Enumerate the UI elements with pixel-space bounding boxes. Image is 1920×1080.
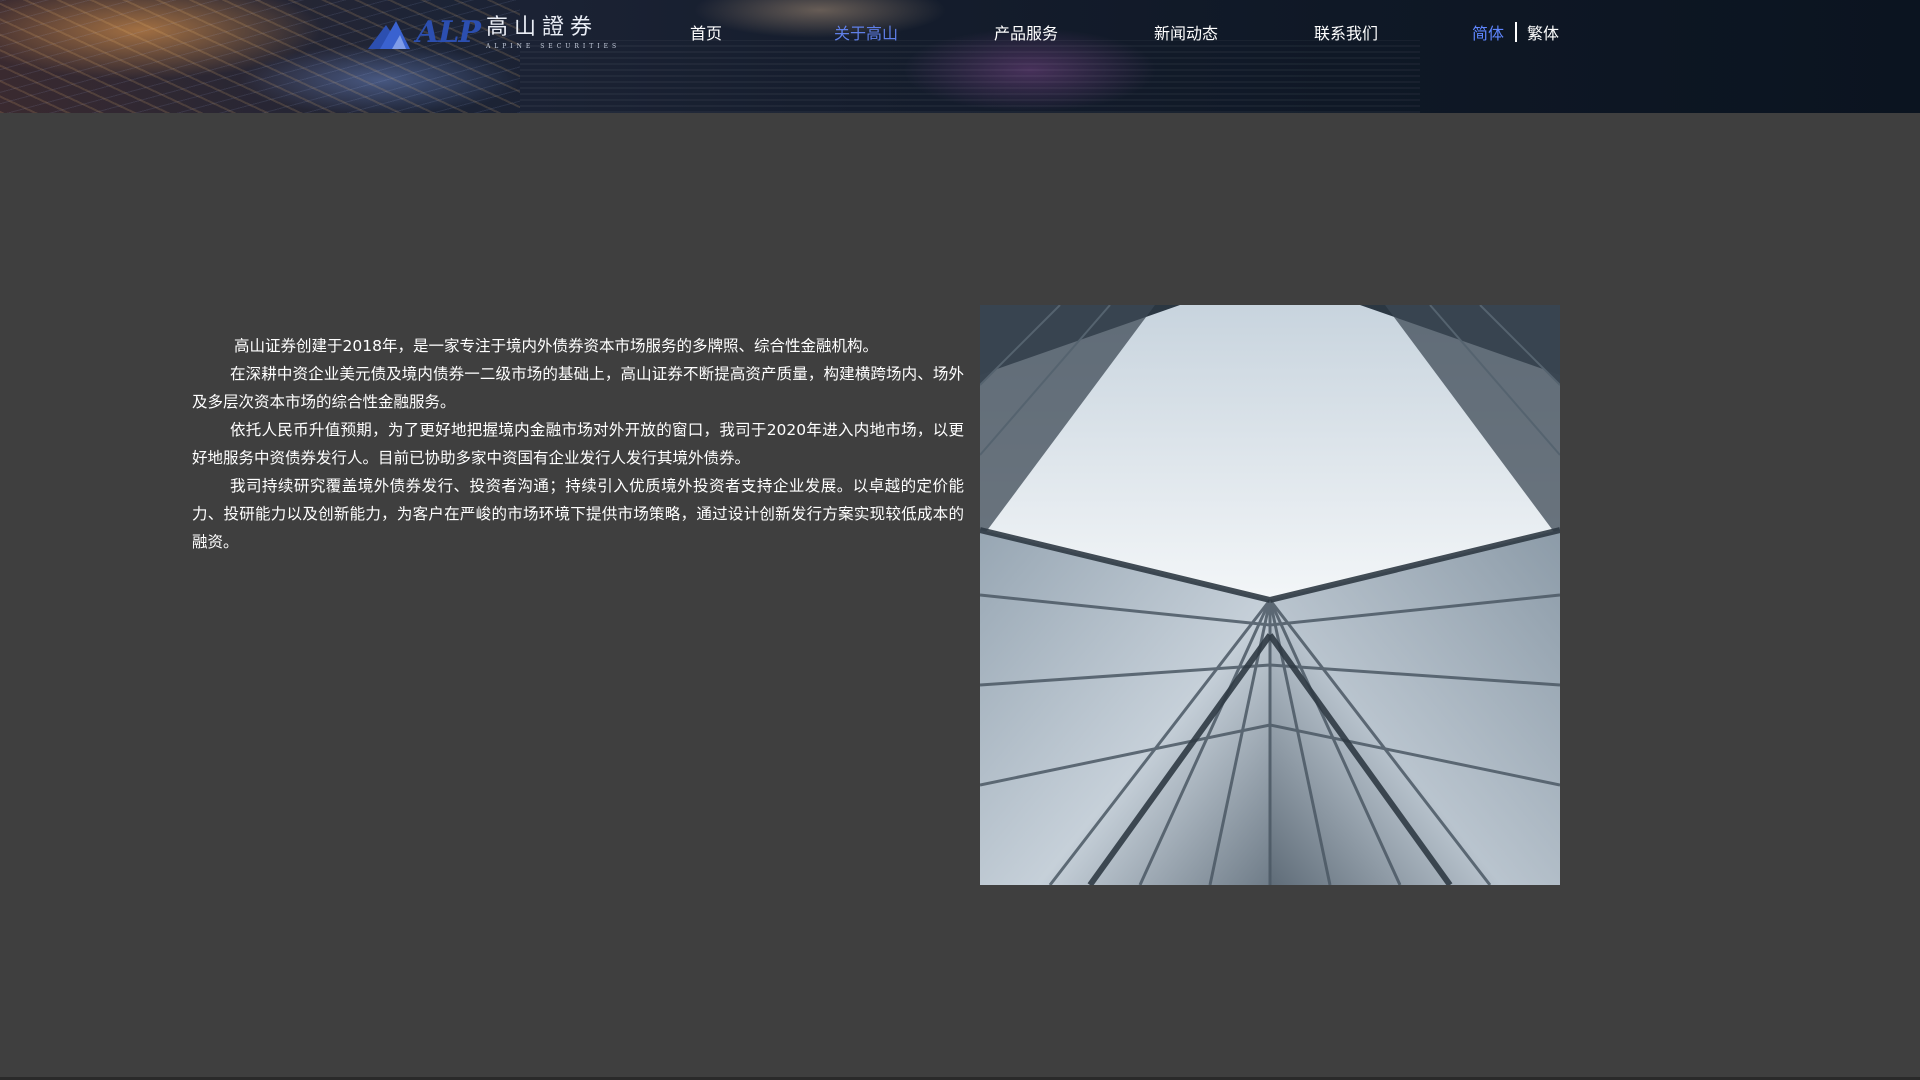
nav-item-contact[interactable]: 联系我们 bbox=[1314, 20, 1378, 44]
logo-letters: ALP bbox=[416, 15, 481, 50]
skyscraper-photo bbox=[980, 305, 1560, 885]
nav-item-home[interactable]: 首页 bbox=[690, 20, 722, 44]
about-paragraph: 依托人民币升值预期，为了更好地把握境内金融市场对外开放的窗口，我司于2020年进… bbox=[192, 421, 964, 467]
mountain-peaks-logo-icon bbox=[366, 15, 422, 51]
company-logo[interactable]: ALP 高山證券 ALPINE SECURITIES bbox=[366, 12, 620, 54]
logo-english-name: ALPINE SECURITIES bbox=[485, 42, 621, 50]
header-harbor-water-background bbox=[520, 40, 1420, 113]
nav-item-news[interactable]: 新闻动态 bbox=[1154, 20, 1218, 44]
nav-item-products[interactable]: 产品服务 bbox=[994, 20, 1058, 44]
about-paragraph: 在深耕中资企业美元债及境内债券一二级市场的基础上，高山证券不断提高资产质量，构建… bbox=[192, 365, 964, 411]
logo-chinese-name: 高山證券 bbox=[485, 14, 598, 40]
site-header: ALP 高山證券 ALPINE SECURITIES 首页 关于高山 产品服务 … bbox=[0, 0, 1920, 113]
language-switcher: 简体 繁体 bbox=[1472, 20, 1559, 44]
logo-wordmark: 高山證券 ALPINE SECURITIES bbox=[485, 14, 621, 50]
language-divider bbox=[1515, 22, 1518, 42]
nav-item-about[interactable]: 关于高山 bbox=[834, 20, 898, 44]
language-traditional[interactable]: 繁体 bbox=[1527, 20, 1559, 44]
about-paragraph: 高山证券创建于2018年，是一家专注于境内外债券资本市场服务的多牌照、综合性金融… bbox=[234, 337, 878, 355]
about-intro-text: 高山证券创建于2018年，是一家专注于境内外债券资本市场服务的多牌照、综合性金融… bbox=[192, 332, 964, 556]
about-paragraph: 我司持续研究覆盖境外债券发行、投资者沟通；持续引入优质境外投资者支持企业发展。以… bbox=[192, 477, 964, 551]
language-simplified[interactable]: 简体 bbox=[1472, 20, 1504, 44]
